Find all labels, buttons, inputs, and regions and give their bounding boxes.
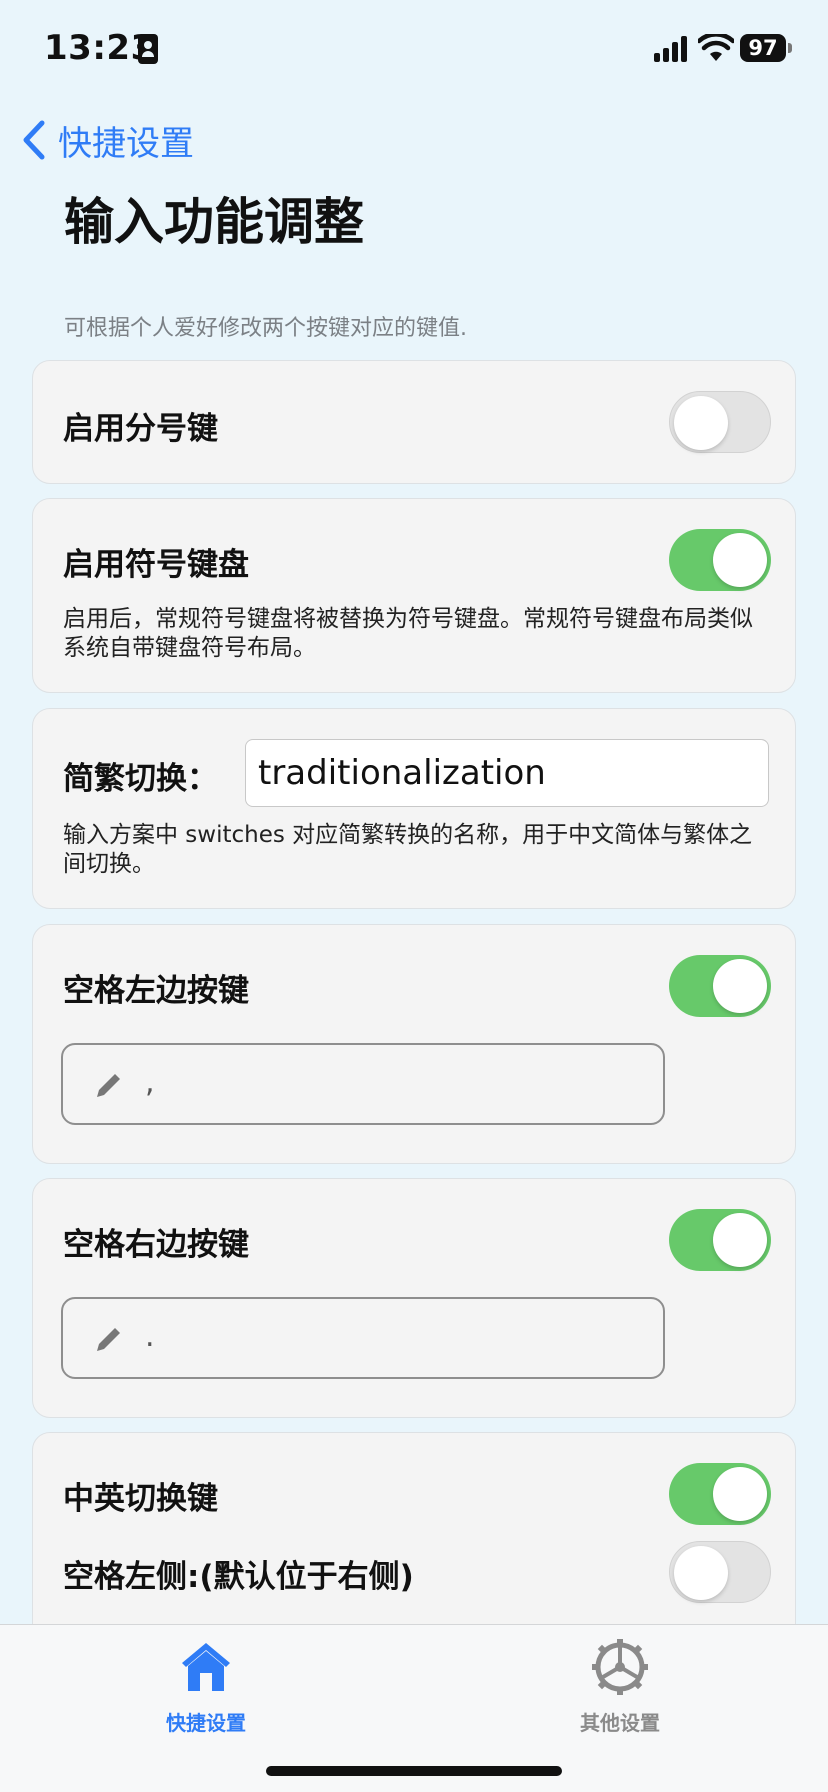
home-indicator[interactable] (266, 1766, 562, 1776)
tab-quick-settings[interactable]: 快捷设置 (126, 1635, 286, 1735)
space-left-key-label: 空格左边按键 (63, 973, 249, 1009)
semicolon-key-toggle[interactable] (669, 391, 771, 453)
pencil-icon (97, 1328, 120, 1351)
cn-en-switch-position-toggle[interactable] (669, 1541, 771, 1603)
house-icon (182, 1643, 230, 1691)
simp-trad-switch-label: 简繁切换： (63, 761, 218, 797)
simp-trad-switch-input[interactable] (245, 739, 769, 807)
cellular-signal-icon (654, 36, 688, 62)
toggle-knob (713, 1467, 767, 1521)
symbol-keyboard-label: 启用符号键盘 (63, 547, 249, 583)
chevron-left-icon (23, 120, 45, 160)
page-title: 输入功能调整 (64, 193, 364, 251)
space-right-key-value: . (145, 1319, 155, 1354)
semicolon-key-card: 启用分号键 (32, 360, 796, 484)
toggle-knob (713, 1213, 767, 1267)
space-left-key-toggle[interactable] (669, 955, 771, 1017)
sim-card-icon (138, 34, 158, 64)
cn-en-switch-toggle[interactable] (669, 1463, 771, 1525)
space-left-key-field[interactable]: , (61, 1043, 665, 1125)
symbol-keyboard-description: 启用后，常规符号键盘将被替换为符号键盘。常规符号键盘布局类似系统自带键盘符号布局… (63, 606, 753, 661)
toggle-knob (713, 533, 767, 587)
space-right-key-label: 空格右边按键 (63, 1227, 249, 1263)
space-right-key-card: 空格右边按键 . (32, 1178, 796, 1418)
symbol-keyboard-toggle[interactable] (669, 529, 771, 591)
space-left-key-value: , (145, 1065, 155, 1100)
toggle-knob (674, 396, 728, 450)
symbol-keyboard-card: 启用符号键盘 启用后，常规符号键盘将被替换为符号键盘。常规符号键盘布局类似系统自… (32, 498, 796, 693)
semicolon-key-label: 启用分号键 (63, 411, 218, 447)
toggle-knob (674, 1546, 728, 1600)
battery-icon: 97 (740, 34, 792, 62)
simp-trad-switch-description: 输入方案中 switches 对应简繁转换的名称，用于中文简体与繁体之间切换。 (63, 822, 753, 877)
pencil-icon (97, 1074, 120, 1097)
cn-en-switch-position-label: 空格左侧:(默认位于右侧) (63, 1559, 414, 1595)
section-note: 可根据个人爱好修改两个按键对应的键值. (64, 316, 467, 341)
cn-en-switch-label: 中英切换键 (63, 1481, 218, 1517)
space-right-key-field[interactable]: . (61, 1297, 665, 1379)
tab-other-settings-label: 其他设置 (580, 1711, 660, 1735)
back-button[interactable]: 快捷设置 (22, 118, 194, 164)
tab-other-settings[interactable]: 其他设置 (540, 1635, 700, 1735)
status-bar: 13:23 97 (0, 0, 828, 100)
back-button-label: 快捷设置 (58, 123, 194, 164)
battery-level: 97 (740, 34, 786, 62)
space-right-key-toggle[interactable] (669, 1209, 771, 1271)
wifi-icon (698, 34, 734, 61)
gear-icon (592, 1639, 648, 1695)
toggle-knob (713, 959, 767, 1013)
simp-trad-switch-card: 简繁切换： 输入方案中 switches 对应简繁转换的名称，用于中文简体与繁体… (32, 708, 796, 909)
space-left-key-card: 空格左边按键 , (32, 924, 796, 1164)
tab-quick-settings-label: 快捷设置 (166, 1711, 246, 1735)
